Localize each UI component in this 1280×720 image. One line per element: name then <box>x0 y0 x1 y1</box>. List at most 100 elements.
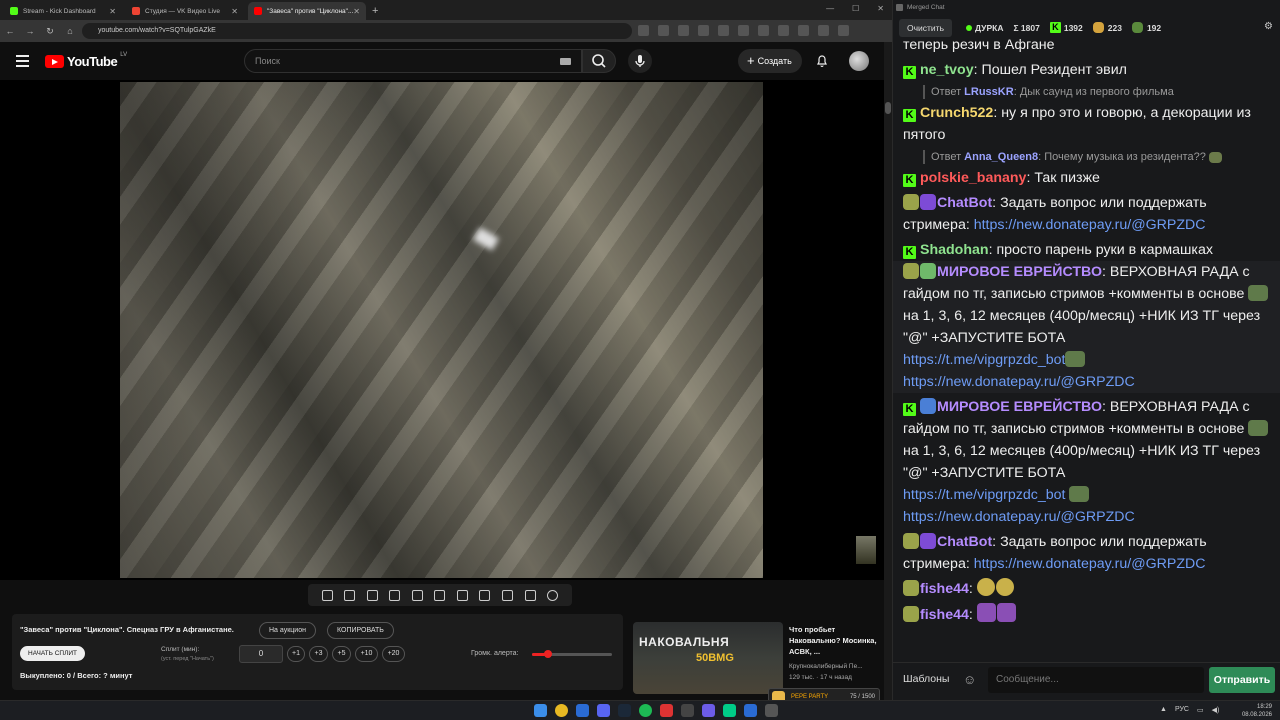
video-player[interactable] <box>0 80 884 580</box>
obs-icon[interactable] <box>660 704 673 717</box>
app-icon[interactable] <box>765 704 778 717</box>
extension-icon[interactable] <box>738 25 749 36</box>
clear-button[interactable]: Очистить <box>899 18 953 37</box>
slider-knob[interactable] <box>544 650 552 658</box>
username[interactable]: МИРОВОЕ ЕВРЕЙСТВО <box>937 264 1102 280</box>
clip-icon[interactable] <box>389 589 401 601</box>
back-icon[interactable]: ← <box>0 26 20 36</box>
volume-icon[interactable]: ◀) <box>1212 706 1220 714</box>
flask-icon[interactable] <box>524 589 536 601</box>
screenshot-icon[interactable] <box>502 589 514 601</box>
add-icon[interactable] <box>479 589 491 601</box>
menu-icon[interactable] <box>16 55 29 70</box>
share-icon[interactable] <box>658 25 669 36</box>
increment-10-button[interactable]: +10 <box>355 646 378 662</box>
username[interactable]: fishe44 <box>920 607 969 623</box>
send-button[interactable]: Отправить <box>1209 667 1275 693</box>
mini-thumbnail[interactable] <box>856 536 876 564</box>
donate-link[interactable]: https://new.donatepay.ru/@GRPZDC <box>903 509 1135 525</box>
avatar[interactable] <box>849 51 869 71</box>
donate-link[interactable]: https://new.donatepay.ru/@GRPZDC <box>974 217 1206 233</box>
voice-search-button[interactable] <box>628 49 652 73</box>
extension-icon[interactable] <box>698 25 709 36</box>
channel-name[interactable]: Крупнокалиберный Пе... <box>789 661 884 672</box>
speed-icon[interactable] <box>456 589 468 601</box>
username[interactable]: МИРОВОЕ ЕВРЕЙСТВО <box>937 399 1102 415</box>
extension-icon[interactable] <box>718 25 729 36</box>
app-icon[interactable] <box>681 704 694 717</box>
app-icon[interactable] <box>702 704 715 717</box>
increment-5-button[interactable]: +5 <box>332 646 351 662</box>
close-icon[interactable]: ✕ <box>231 7 238 16</box>
loop-icon[interactable] <box>321 589 333 601</box>
new-tab-button[interactable]: + <box>372 2 378 20</box>
search-input[interactable]: Поиск <box>244 49 582 73</box>
clock[interactable]: 18:29 08.08.2026 <box>1242 703 1272 719</box>
search-button[interactable] <box>582 49 616 73</box>
playlist-icon[interactable] <box>366 589 378 601</box>
download-icon[interactable] <box>798 25 809 36</box>
start-icon[interactable] <box>534 704 547 717</box>
home-icon[interactable]: ⌂ <box>60 26 80 36</box>
auction-button[interactable]: На аукцион <box>259 622 316 639</box>
increment-3-button[interactable]: +3 <box>309 646 328 662</box>
username[interactable]: ne_tvoy <box>920 62 974 78</box>
recommended-video-title[interactable]: Что пробьет Наковальню? Мосинка, АСВК, .… <box>789 624 879 657</box>
chevron-up-icon[interactable]: ▲ <box>1160 706 1167 714</box>
youtube-logo[interactable]: YouTube LV <box>45 52 127 69</box>
donate-link[interactable]: https://new.donatepay.ru/@GRPZDC <box>974 556 1206 572</box>
extension-icon[interactable] <box>758 25 769 36</box>
split-minutes-input[interactable]: 0 <box>239 645 283 663</box>
forward-icon[interactable]: → <box>20 26 40 36</box>
language-indicator[interactable]: РУС <box>1175 706 1189 714</box>
audio-icon[interactable] <box>344 589 356 601</box>
tab-youtube-video[interactable]: "Завеса" против "Циклона"... ✕ <box>248 2 366 20</box>
app-icon[interactable] <box>723 704 736 717</box>
spotify-icon[interactable] <box>639 704 652 717</box>
menu-icon[interactable] <box>838 25 849 36</box>
maximize-icon[interactable]: ☐ <box>852 4 859 13</box>
app-icon[interactable] <box>744 704 757 717</box>
username[interactable]: polskie_banany <box>920 170 1026 186</box>
alert-volume-slider[interactable] <box>532 650 612 658</box>
emoji-icon[interactable]: ☺ <box>963 672 976 687</box>
username[interactable]: ChatBot <box>937 534 992 550</box>
discord-icon[interactable] <box>597 704 610 717</box>
telegram-link[interactable]: https://t.me/vipgrpzdc_bot <box>903 352 1065 368</box>
reply-username[interactable]: LRussKR <box>964 86 1014 98</box>
reload-icon[interactable]: ↻ <box>40 26 60 37</box>
profile-icon[interactable] <box>818 25 829 36</box>
pip-icon[interactable] <box>411 589 423 601</box>
username[interactable]: ChatBot <box>937 195 992 211</box>
close-icon[interactable]: ✕ <box>109 7 116 16</box>
bookmark-icon[interactable] <box>678 25 689 36</box>
reply-username[interactable]: Anna_Queen8 <box>964 151 1038 163</box>
zoom-icon[interactable] <box>638 25 649 36</box>
increment-20-button[interactable]: +20 <box>382 646 405 662</box>
username[interactable]: Crunch522 <box>920 105 993 121</box>
increment-1-button[interactable]: +1 <box>287 646 305 662</box>
page-scrollbar[interactable] <box>884 42 892 700</box>
copy-button[interactable]: КОПИРОВАТЬ <box>327 622 394 639</box>
telegram-link[interactable]: https://t.me/vipgrpzdc_bot <box>903 487 1065 503</box>
close-icon[interactable]: ✕ <box>353 7 360 16</box>
steam-icon[interactable] <box>618 704 631 717</box>
explorer-icon[interactable] <box>576 704 589 717</box>
start-split-button[interactable]: НАЧАТЬ СПЛИТ <box>20 646 85 661</box>
templates-button[interactable]: Шаблоны <box>903 673 949 685</box>
create-button[interactable]: + Создать <box>738 49 802 73</box>
tab-vk-studio[interactable]: Студия — VK Видео Live ✕ <box>126 2 244 20</box>
minimize-icon[interactable]: — <box>826 4 834 13</box>
message-input[interactable]: Сообщение... <box>988 667 1204 693</box>
donate-link[interactable]: https://new.donatepay.ru/@GRPZDC <box>903 374 1135 390</box>
gear-icon[interactable] <box>547 589 559 601</box>
recommended-video-thumbnail[interactable]: НАКОВАЛЬНЯ 50BMG <box>633 622 783 694</box>
chrome-icon[interactable] <box>555 704 568 717</box>
settings-icon[interactable]: ⚙ <box>1264 21 1273 32</box>
keyboard-icon[interactable] <box>560 58 571 65</box>
url-field[interactable]: youtube.com/watch?v=SQTulpGAZkE <box>82 23 632 39</box>
close-window-icon[interactable]: ✕ <box>877 4 884 13</box>
theater-icon[interactable] <box>434 589 446 601</box>
scroll-thumb[interactable] <box>885 102 891 114</box>
tab-kick-dashboard[interactable]: Stream - Kick Dashboard ✕ <box>4 2 122 20</box>
